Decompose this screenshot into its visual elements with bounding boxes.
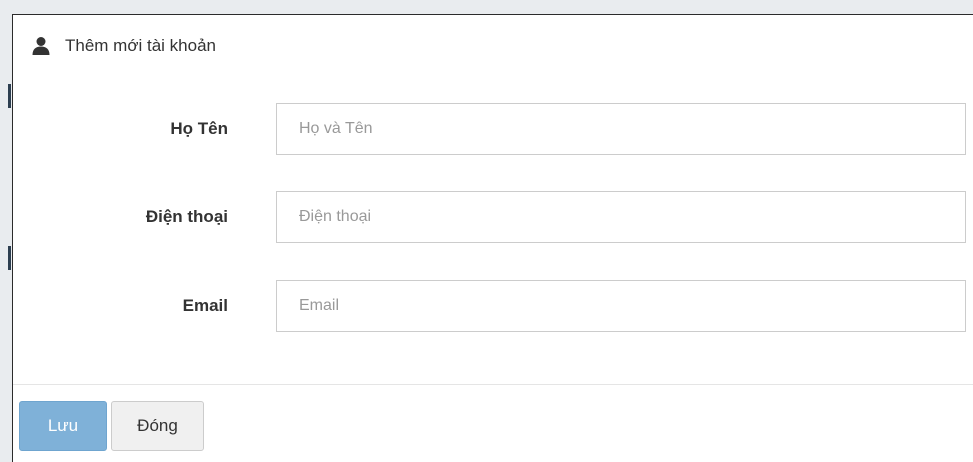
- phone-label: Điện thoại: [145, 207, 228, 226]
- form-row-fullname: Họ Tên: [13, 103, 973, 155]
- user-icon: [31, 36, 51, 56]
- close-button[interactable]: Đóng: [111, 401, 204, 451]
- backdrop-mark: [8, 246, 11, 270]
- footer-divider: [13, 384, 973, 385]
- modal-header: Thêm mới tài khoản: [13, 15, 973, 77]
- form-row-email: Email: [13, 280, 973, 332]
- backdrop-mark: [8, 84, 11, 108]
- backdrop-top-edge: [0, 0, 973, 14]
- add-account-modal: Thêm mới tài khoản Họ Tên Điện thoại Ema…: [12, 14, 973, 462]
- modal-title: Thêm mới tài khoản: [65, 36, 216, 55]
- fullname-input[interactable]: [276, 103, 966, 155]
- email-label: Email: [182, 296, 228, 315]
- form-row-phone: Điện thoại: [13, 191, 973, 243]
- backdrop-left-edge: [0, 0, 12, 462]
- email-input[interactable]: [276, 280, 966, 332]
- save-button[interactable]: Lưu: [19, 401, 107, 451]
- phone-input[interactable]: [276, 191, 966, 243]
- fullname-label: Họ Tên: [170, 119, 228, 138]
